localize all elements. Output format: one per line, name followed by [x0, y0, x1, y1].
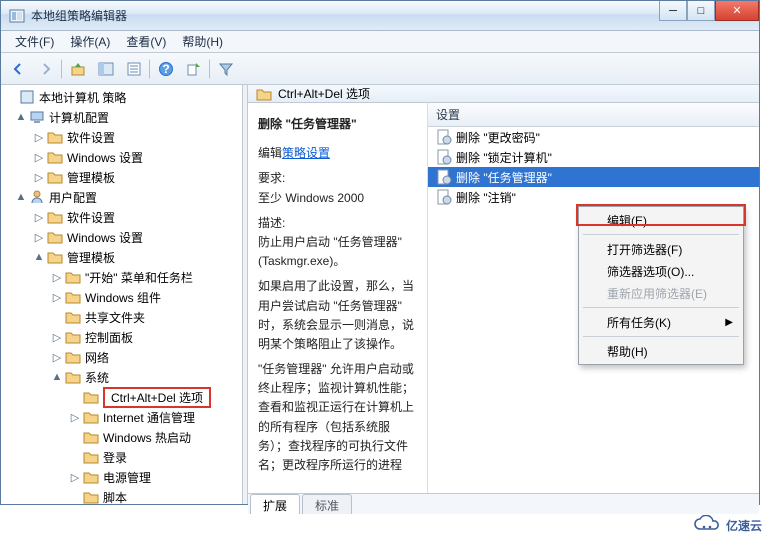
ctx-reapply-filter: 重新应用筛选器(E)	[581, 282, 741, 304]
tree-wincomp[interactable]: ▷Windows 组件	[1, 287, 242, 307]
show-tree-button[interactable]	[93, 57, 119, 81]
tree-computer[interactable]: ▲计算机配置	[1, 107, 242, 127]
list-item[interactable]: 删除 "更改密码"	[428, 127, 759, 147]
menu-action[interactable]: 操作(A)	[62, 31, 118, 52]
ctx-sep	[583, 307, 739, 308]
minimize-button[interactable]: ─	[659, 1, 687, 21]
breadcrumb-text: Ctrl+Alt+Del 选项	[278, 85, 370, 102]
tree-ctrl[interactable]: ▷控制面板	[1, 327, 242, 347]
tree-inet[interactable]: ▷Internet 通信管理	[1, 407, 242, 427]
toolbar: ?	[1, 53, 759, 85]
titlebar[interactable]: 本地组策略编辑器 ─ □ ✕	[1, 1, 759, 31]
ctx-sep	[583, 336, 739, 337]
ctx-open-filter[interactable]: 打开筛选器(F)	[581, 238, 741, 260]
toolbar-sep3	[209, 59, 211, 79]
folder-icon	[256, 86, 272, 102]
description-pane: 删除 "任务管理器" 编辑策略设置 要求:至少 Windows 2000 描述:…	[248, 103, 428, 493]
edit-policy-link[interactable]: 策略设置	[282, 146, 330, 160]
menu-help[interactable]: 帮助(H)	[174, 31, 231, 52]
tabs: 扩展 标准	[248, 493, 759, 514]
policy-icon	[436, 189, 452, 205]
ctx-filter-opts[interactable]: 筛选器选项(O)...	[581, 260, 741, 282]
maximize-button[interactable]: □	[687, 1, 715, 21]
toolbar-sep	[61, 59, 63, 79]
tree-c-win[interactable]: ▷Windows 设置	[1, 147, 242, 167]
tree-power[interactable]: ▷电源管理	[1, 467, 242, 487]
list-header[interactable]: 设置	[428, 103, 759, 127]
filter-button[interactable]	[213, 57, 239, 81]
tree-script[interactable]: 脚本	[1, 487, 242, 504]
back-button[interactable]	[5, 57, 31, 81]
list-item[interactable]: 删除 "注销"	[428, 187, 759, 207]
breadcrumb: Ctrl+Alt+Del 选项	[248, 85, 759, 103]
properties-button[interactable]	[121, 57, 147, 81]
tree-start[interactable]: ▷"开始" 菜单和任务栏	[1, 267, 242, 287]
ctx-all-tasks[interactable]: 所有任务(K)▶	[581, 311, 741, 333]
tree-c-soft[interactable]: ▷软件设置	[1, 127, 242, 147]
watermark: 亿速云	[694, 515, 762, 535]
tree-net[interactable]: ▷网络	[1, 347, 242, 367]
list-item[interactable]: 删除 "锁定计算机"	[428, 147, 759, 167]
toolbar-sep2	[149, 59, 151, 79]
ctx-sep	[583, 234, 739, 235]
policy-icon	[436, 149, 452, 165]
tree-c-tmpl[interactable]: ▷管理模板	[1, 167, 242, 187]
ctx-edit[interactable]: 编辑(E)	[581, 209, 741, 231]
tree-logon[interactable]: 登录	[1, 447, 242, 467]
tree-sys[interactable]: ▲系统	[1, 367, 242, 387]
export-button[interactable]	[181, 57, 207, 81]
policy-icon	[436, 129, 452, 145]
context-menu: 编辑(E) 打开筛选器(F) 筛选器选项(O)... 重新应用筛选器(E) 所有…	[578, 206, 744, 365]
tree-u-tmpl[interactable]: ▲管理模板	[1, 247, 242, 267]
app-icon	[9, 8, 25, 24]
forward-button[interactable]	[33, 57, 59, 81]
tree-pane[interactable]: 本地计算机 策略 ▲计算机配置 ▷软件设置 ▷Windows 设置 ▷管理模板 …	[1, 85, 243, 504]
policy-icon	[436, 169, 452, 185]
close-button[interactable]: ✕	[715, 1, 759, 21]
help-button[interactable]: ?	[153, 57, 179, 81]
ctx-help[interactable]: 帮助(H)	[581, 340, 741, 362]
tab-standard[interactable]: 标准	[302, 494, 352, 514]
tree-root[interactable]: 本地计算机 策略	[1, 87, 242, 107]
tree-cad[interactable]: Ctrl+Alt+Del 选项	[1, 387, 242, 407]
menu-file[interactable]: 文件(F)	[7, 31, 62, 52]
policy-title: 删除 "任务管理器"	[258, 115, 417, 134]
tab-extended[interactable]: 扩展	[250, 494, 300, 514]
up-button[interactable]	[65, 57, 91, 81]
menu-view[interactable]: 查看(V)	[118, 31, 174, 52]
tree-hotboot[interactable]: Windows 热启动	[1, 427, 242, 447]
list-item-selected[interactable]: 删除 "任务管理器"	[428, 167, 759, 187]
chevron-right-icon: ▶	[725, 317, 733, 328]
menubar: 文件(F) 操作(A) 查看(V) 帮助(H)	[1, 31, 759, 53]
tree-shared[interactable]: 共享文件夹	[1, 307, 242, 327]
tree-user[interactable]: ▲用户配置	[1, 187, 242, 207]
tree-u-soft[interactable]: ▷软件设置	[1, 207, 242, 227]
svg-text:?: ?	[162, 62, 169, 76]
window-title: 本地组策略编辑器	[31, 7, 659, 24]
tree-u-win[interactable]: ▷Windows 设置	[1, 227, 242, 247]
